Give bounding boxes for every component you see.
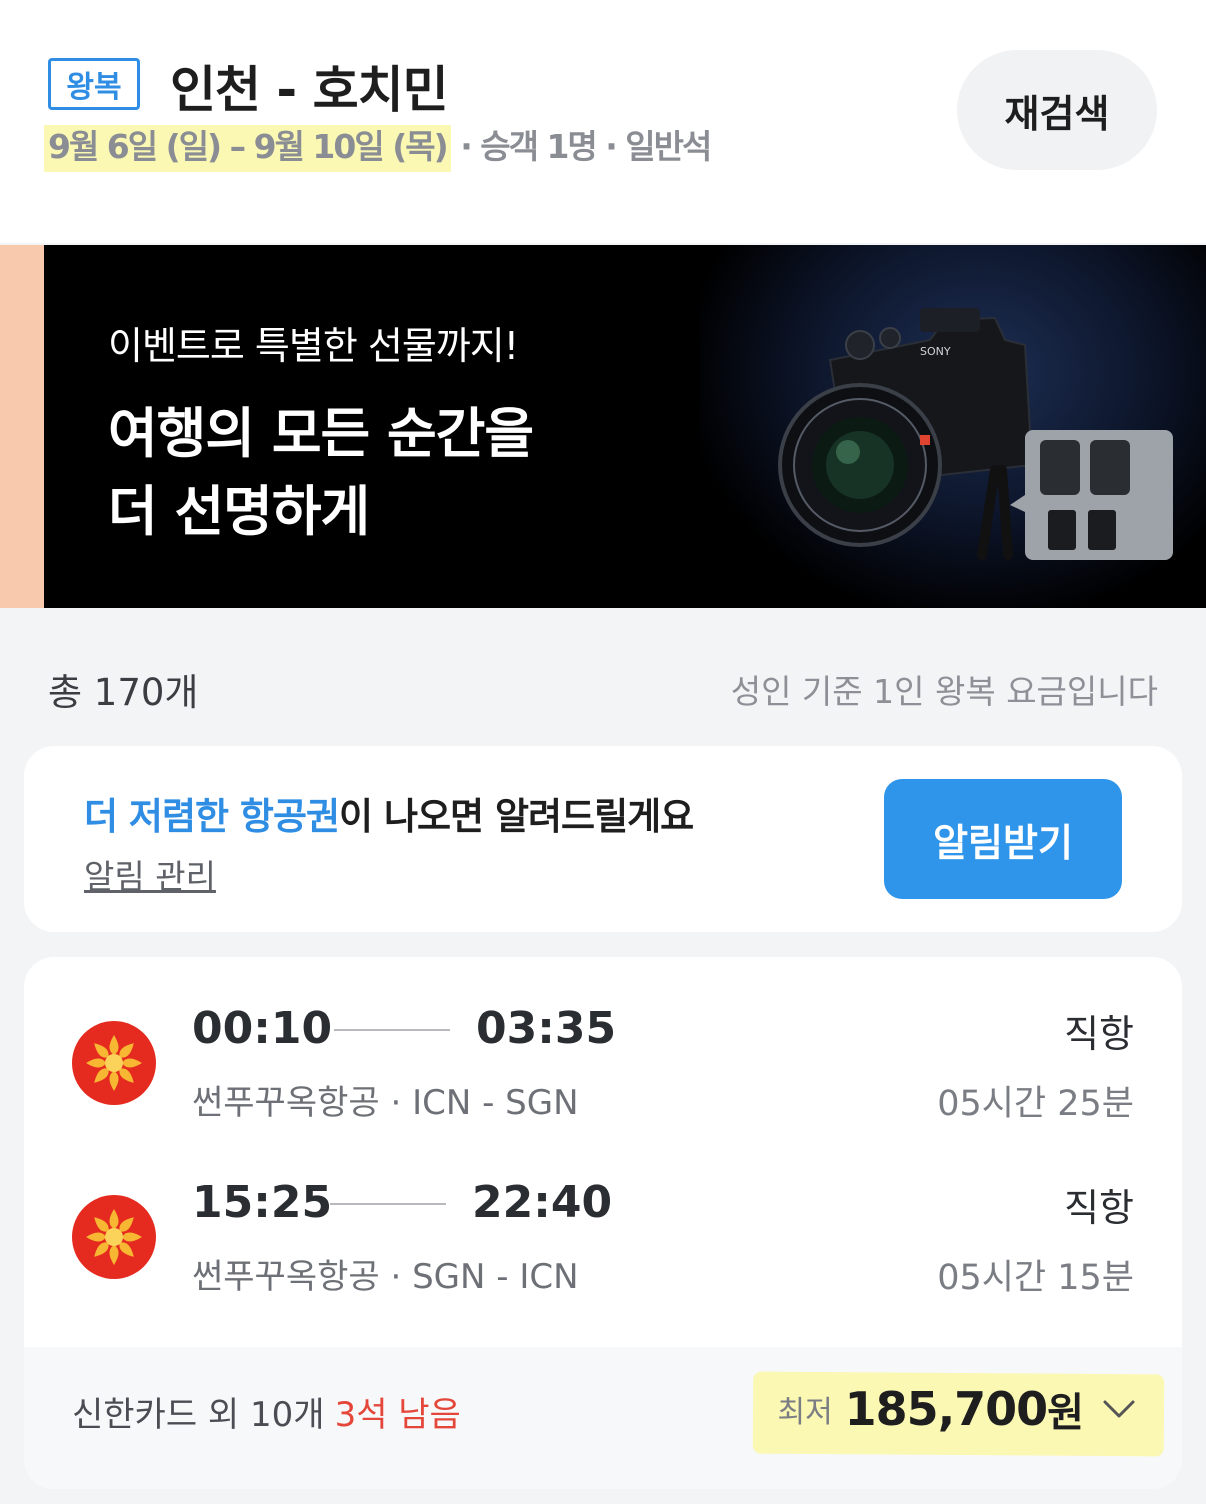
price-unit: 원	[1047, 1390, 1084, 1436]
banner-headline-line2: 더 선명하게	[108, 480, 370, 543]
flight-duration: 05시간 15분	[937, 1258, 1134, 1298]
promo-banner[interactable]: 이벤트로 특별한 선물까지! 여행의 모든 순간을 더 선명하게 SONY	[0, 245, 1206, 608]
alert-message-rest: 이 나오면 알려드릴게요	[339, 795, 694, 838]
results-count: 총 170개	[48, 671, 199, 714]
price-toggle[interactable]: 최저 185,700 원	[753, 1369, 1165, 1457]
flight-duration: 05시간 25분	[937, 1084, 1134, 1124]
departure-time: 00:10	[192, 1003, 333, 1054]
airline-route-info: 썬푸꾸옥항공 · ICN - SGN	[192, 1083, 579, 1123]
banner-accent-strip	[0, 245, 44, 608]
card-benefits: 신한카드 외 10개 3석 남음	[72, 1387, 461, 1436]
camera-product-image: SONY	[778, 308, 1173, 560]
trip-details: 9월 6일 (일) – 9월 10일 (목) · 승객 1명 · 일반석	[44, 120, 712, 172]
benefits-text: 신한카드 외 10개	[72, 1395, 325, 1435]
search-header: 왕복 인천 - 호치민 9월 6일 (일) – 9월 10일 (목) · 승객 …	[0, 0, 1206, 243]
arrival-time: 03:35	[476, 1003, 617, 1054]
alert-manage-link[interactable]: 알림 관리	[84, 850, 216, 898]
passenger-class: · 승객 1명 · 일반석	[450, 127, 712, 166]
trip-type-badge: 왕복	[48, 58, 140, 110]
research-button[interactable]: 재검색	[957, 50, 1157, 170]
fare-note: 성인 기준 1인 왕복 요금입니다	[730, 672, 1158, 711]
time-connector-line	[334, 1029, 450, 1031]
departure-time: 15:25	[192, 1177, 333, 1228]
inbound-leg: 15:25 22:40 썬푸꾸옥항공 · SGN - ICN 직항 05시간 1…	[24, 1171, 1182, 1311]
flight-result-card[interactable]: 00:10 03:35 썬푸꾸옥항공 · ICN - SGN 직항 05시간 2…	[24, 957, 1182, 1489]
banner-headline-line1: 여행의 모든 순간을	[108, 402, 534, 465]
alert-highlight: 더 저렴한 항공권	[84, 795, 340, 838]
route-title: 인천 - 호치민	[170, 61, 449, 119]
price-alert-card: 더 저렴한 항공권이 나오면 알려드릴게요 알림 관리 알림받기	[24, 746, 1182, 932]
card-footer: 신한카드 외 10개 3석 남음 최저 185,700 원	[24, 1347, 1182, 1489]
flight-type: 직항	[1064, 1186, 1134, 1230]
banner-headline: 여행의 모든 순간을 더 선명하게	[108, 395, 534, 551]
seats-left-badge: 3석 남음	[334, 1395, 461, 1435]
chevron-down-icon[interactable]	[1102, 1398, 1136, 1420]
sun-logo-icon	[72, 1195, 156, 1279]
alert-message: 더 저렴한 항공권이 나오면 알려드릴게요	[84, 786, 694, 840]
arrival-time: 22:40	[472, 1177, 613, 1228]
flight-type: 직항	[1064, 1012, 1134, 1056]
banner-subtitle: 이벤트로 특별한 선물까지!	[108, 324, 519, 368]
price-value: 185,700	[844, 1382, 1049, 1436]
outbound-leg: 00:10 03:35 썬푸꾸옥항공 · ICN - SGN 직항 05시간 2…	[24, 997, 1182, 1137]
camera-brand-text: SONY	[920, 345, 951, 358]
airline-route-info: 썬푸꾸옥항공 · SGN - ICN	[192, 1257, 579, 1297]
time-connector-line	[330, 1203, 446, 1205]
alert-subscribe-button[interactable]: 알림받기	[884, 779, 1122, 899]
trip-dates: 9월 6일 (일) – 9월 10일 (목)	[44, 125, 451, 172]
price-label: 최저	[777, 1395, 833, 1430]
sun-logo-icon	[72, 1021, 156, 1105]
